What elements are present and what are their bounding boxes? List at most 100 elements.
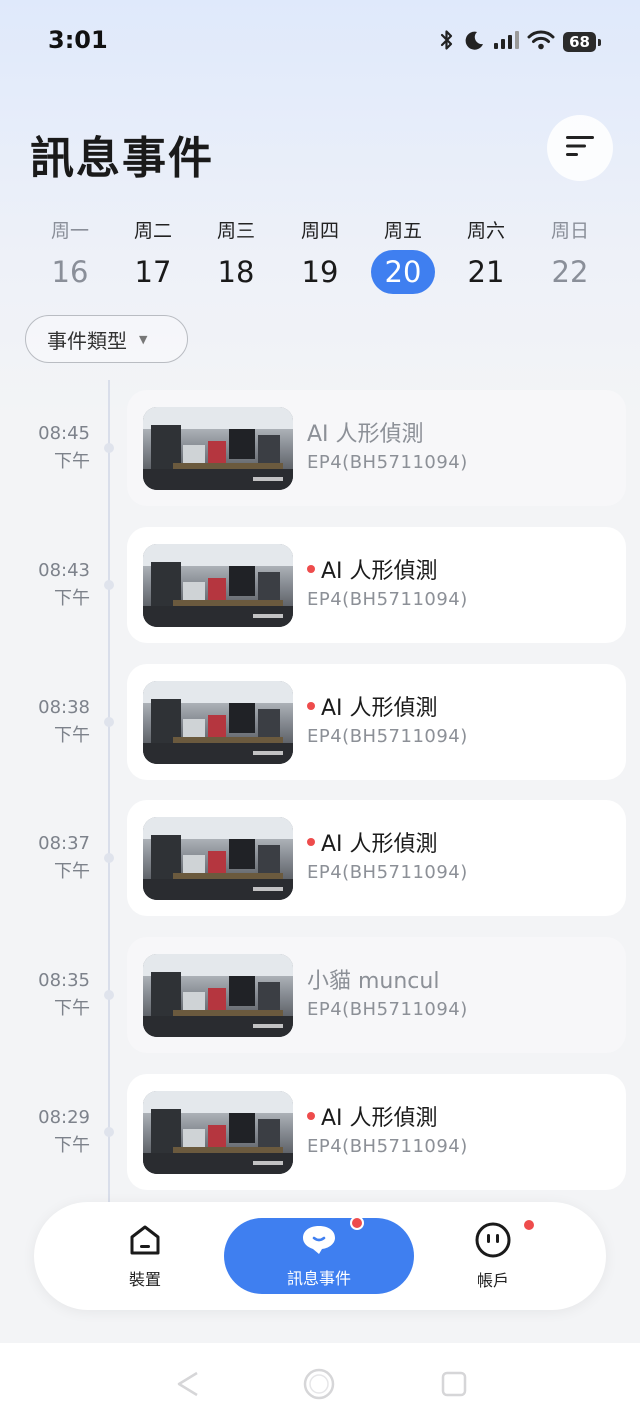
event-thumbnail[interactable] [143,544,293,627]
unread-dot [307,702,315,710]
event-device: EP4(BH5711094) [307,452,468,473]
event-row: 08:35 下午 小貓 muncul EP4(BH5711094) [0,937,640,1053]
day-number: 19 [301,255,339,289]
timeline-dot [104,580,114,590]
day-number: 22 [551,255,589,289]
event-row: 08:43 下午 AI 人形偵測 EP4(BH5711094) [0,527,640,643]
day-label: 周五 [383,220,422,242]
notification-badge [522,1218,536,1232]
home-icon [127,1222,163,1262]
event-thumbnail[interactable] [143,407,293,490]
event-title: 小貓 muncul [307,963,439,995]
day-friday[interactable]: 周五 20 [361,216,445,294]
event-thumbnail[interactable] [143,1091,293,1174]
status-bar: 3:01 68 [0,0,640,84]
timeline-dot [104,990,114,1000]
event-period: 下午 [54,725,90,746]
unread-dot [307,565,315,573]
event-title-text: AI 人形偵測 [321,832,438,857]
event-card[interactable]: AI 人形偵測 EP4(BH5711094) [127,800,626,916]
sort-button[interactable] [547,115,613,181]
moon-icon [463,29,485,55]
day-label: 周一 [50,220,89,242]
nav-account[interactable]: 帳戶 [398,1218,588,1294]
day-number: 18 [217,255,255,289]
event-thumbnail[interactable] [143,817,293,900]
nav-events-label: 訊息事件 [286,1269,351,1288]
event-card[interactable]: AI 人形偵測 EP4(BH5711094) [127,1074,626,1190]
event-title-text: AI 人形偵測 [321,559,438,584]
day-thursday[interactable]: 周四 19 [278,216,362,294]
timeline-dot [104,717,114,727]
nav-events[interactable]: 訊息事件 [224,1216,414,1294]
event-clock: 08:37 [38,833,90,854]
event-card[interactable]: AI 人形偵測 EP4(BH5711094) [127,527,626,643]
day-label: 周四 [300,220,339,242]
day-number: 21 [467,255,505,289]
event-time: 08:38 下午 [24,694,90,750]
notification-badge [350,1216,364,1230]
event-time: 08:29 下午 [24,1104,90,1160]
event-clock: 08:38 [38,697,90,718]
day-wednesday[interactable]: 周三 18 [194,216,278,294]
week-selector: 周一 16 周二 17 周三 18 周四 19 周五 20 周六 21 周日 2… [28,216,612,302]
timeline-dot [104,853,114,863]
status-time: 3:01 [48,26,108,54]
signal-icon [493,30,520,54]
event-device: EP4(BH5711094) [307,999,468,1020]
day-sunday[interactable]: 周日 22 [528,216,612,294]
event-period: 下午 [54,998,90,1019]
event-title-text: AI 人形偵測 [307,422,424,447]
event-time: 08:35 下午 [24,967,90,1023]
event-row: 08:45 下午 AI 人形偵測 EP4(BH5711094) [0,390,640,506]
event-period: 下午 [54,1135,90,1156]
event-device: EP4(BH5711094) [307,589,468,610]
event-title: AI 人形偵測 [307,553,438,585]
event-device: EP4(BH5711094) [307,1136,468,1157]
event-type-dropdown[interactable]: 事件類型 ▼ [25,315,188,363]
day-label: 周二 [133,220,172,242]
nav-devices-label: 裝置 [128,1270,161,1289]
event-title: AI 人形偵測 [307,826,438,858]
timeline-dot [104,443,114,453]
event-row: 08:38 下午 AI 人形偵測 EP4(BH5711094) [0,664,640,780]
day-monday[interactable]: 周一 16 [28,216,112,294]
event-time: 08:37 下午 [24,830,90,886]
status-icons: 68 [439,28,601,56]
chat-bubble-icon [300,1223,338,1261]
day-label: 周日 [550,220,589,242]
event-title: AI 人形偵測 [307,416,424,448]
caret-down-icon: ▼ [139,332,148,346]
wifi-icon [527,30,555,54]
sort-icon [565,134,595,162]
nav-devices[interactable]: 裝置 [50,1218,240,1294]
face-icon [474,1221,512,1263]
event-device: EP4(BH5711094) [307,862,468,883]
event-device: EP4(BH5711094) [307,726,468,747]
event-period: 下午 [54,451,90,472]
day-number-selected: 20 [371,250,435,294]
event-thumbnail[interactable] [143,681,293,764]
event-card[interactable]: AI 人形偵測 EP4(BH5711094) [127,390,626,506]
event-title: AI 人形偵測 [307,690,438,722]
bluetooth-icon [439,28,455,56]
unread-dot [307,1112,315,1120]
recents-icon[interactable] [441,1371,467,1401]
day-label: 周三 [216,220,255,242]
battery-icon: 68 [563,32,601,52]
day-saturday[interactable]: 周六 21 [444,216,528,294]
event-period: 下午 [54,588,90,609]
event-type-label: 事件類型 [47,328,127,353]
event-card[interactable]: 小貓 muncul EP4(BH5711094) [127,937,626,1053]
event-card[interactable]: AI 人形偵測 EP4(BH5711094) [127,664,626,780]
nav-account-label: 帳戶 [476,1271,509,1290]
day-number: 16 [51,255,89,289]
event-title-text: AI 人形偵測 [321,1106,438,1131]
day-number: 17 [134,255,172,289]
event-time: 08:45 下午 [24,420,90,476]
back-icon[interactable] [175,1371,201,1401]
event-thumbnail[interactable] [143,954,293,1037]
home-circle-icon[interactable] [302,1367,336,1405]
day-tuesday[interactable]: 周二 17 [111,216,195,294]
event-row: 08:37 下午 AI 人形偵測 EP4(BH5711094) [0,800,640,916]
